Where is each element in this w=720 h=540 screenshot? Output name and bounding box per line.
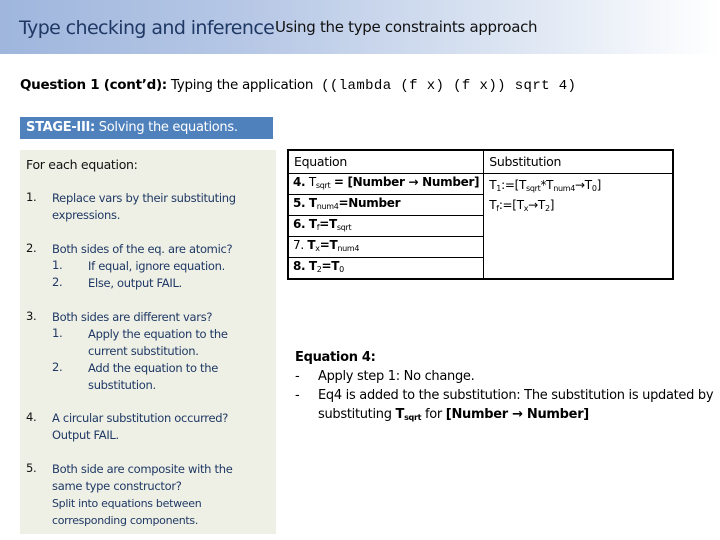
sub-part: sqrt (526, 183, 541, 193)
question-line: Question 1 (cont’d): Typing the applicat… (20, 77, 576, 94)
sub-part: ] (596, 177, 602, 192)
substep-text: Else, output FAIL. (88, 276, 182, 290)
substep: 1. If equal, ignore equation. (26, 258, 266, 275)
step-text: Both sides are different vars? (52, 310, 213, 324)
equation-lhs: T (308, 174, 316, 189)
stage-label: STAGE-III: (26, 120, 95, 135)
slide-subtitle: Using the type constraints approach (275, 18, 538, 36)
equation-cell: 7. Tx=Tnum4 (287, 235, 485, 258)
substitution-line: Tf:=[Tx→T2] (489, 197, 667, 217)
note-text-b: for (421, 407, 446, 422)
slide-header: Type checking and inference Using the ty… (0, 0, 720, 54)
step-3: 3. Both sides are different vars? 1. App… (26, 309, 266, 394)
substep: 1. Apply the equation to the current sub… (26, 326, 266, 360)
equation-lhs: T (308, 195, 317, 210)
note-text: Apply step 1: No change. (318, 369, 475, 384)
sub-value: :=[T (501, 177, 526, 192)
step-extra: Split into equations between correspondi… (52, 497, 202, 527)
equation-lhs: T (308, 258, 317, 273)
note-tail: [Number → Number] (445, 407, 589, 422)
equation-rhs: =T (319, 237, 338, 252)
equation-lhs-sub: sqrt (315, 180, 331, 190)
substep-text: If equal, ignore equation. (88, 259, 225, 273)
equation-note: Equation 4: - Apply step 1: No change. -… (295, 348, 715, 427)
substep-number: 1. (52, 258, 63, 272)
equation-rhs-sub: 0 (339, 264, 344, 274)
table-header-row: Equation Substitution (287, 149, 674, 174)
equation-rhs-sub: sqrt (336, 222, 352, 232)
note-item: - Eq4 is added to the substitution: The … (295, 386, 715, 427)
step-text: Both side are composite with the same ty… (52, 462, 233, 493)
step-2: 2. Both sides of the eq. are atomic? 1. … (26, 241, 266, 292)
substep-number: 1. (52, 326, 63, 340)
equation-cell: 4. Tsqrt = [Number → Number] (287, 172, 485, 195)
substep: 2. Add the equation to the substitution. (26, 360, 266, 394)
sub-part: →T (575, 177, 592, 192)
step-5: 5. Both side are composite with the same… (26, 461, 266, 529)
substep-number: 2. (52, 275, 63, 289)
table-row: 4. Tsqrt = [Number → Number] T1:=[Tsqrt*… (287, 172, 674, 279)
question-text: Typing the application (170, 77, 314, 93)
equation-lhs: T (308, 216, 317, 231)
sub-part: ] (549, 197, 555, 212)
stage-banner: STAGE-III: Solving the equations. (20, 117, 273, 139)
step-extra: Output FAIL. (52, 428, 119, 442)
equation-lhs-sub: num4 (316, 201, 339, 211)
steps-heading: For each equation: (26, 157, 138, 172)
equation-rhs: =T (319, 216, 337, 231)
sub-value: :=[T (498, 197, 524, 212)
note-heading: Equation 4: (295, 350, 376, 365)
note-item: - Apply step 1: No change. (295, 367, 715, 386)
sub-part: →T (528, 197, 545, 212)
step-text: Replace vars by their substituting expre… (52, 191, 236, 222)
note-var-sub: sqrt (404, 413, 422, 422)
step-number: 5. (26, 461, 37, 475)
step-text: Both sides of the eq. are atomic? (52, 242, 233, 256)
substitution-cell: T1:=[Tsqrt*Tnum4→T0] Tf:=[Tx→T2] (483, 172, 674, 279)
equation-table: Equation Substitution 4. Tsqrt = [Number… (287, 149, 674, 280)
header-substitution: Substitution (483, 149, 674, 174)
steps-panel: For each equation: 1. Replace vars by th… (20, 150, 276, 534)
equation-number: 7. (293, 237, 304, 252)
equation-number: 8. (293, 258, 306, 273)
substep-number: 2. (52, 360, 63, 374)
step-1: 1. Replace vars by their substituting ex… (26, 190, 266, 224)
step-4: 4. A circular substitution occurred? Out… (26, 410, 266, 444)
substep-text: Add the equation to the substitution. (88, 361, 219, 392)
step-number: 1. (26, 190, 37, 204)
step-number: 2. (26, 241, 37, 255)
stage-text: Solving the equations. (98, 120, 238, 135)
question-label: Question 1 (cont’d): (20, 77, 167, 93)
bullet-dash: - (295, 369, 300, 384)
substep: 2. Else, output FAIL. (26, 275, 266, 292)
step-number: 3. (26, 309, 37, 323)
equation-cell: 5. Tnum4=Number (287, 193, 485, 216)
substitution-line: T1:=[Tsqrt*Tnum4→T0] (489, 177, 667, 197)
note-var: T (395, 407, 405, 422)
question-code: ((lambda (f x) (f x)) sqrt 4) (321, 78, 577, 94)
step-number: 4. (26, 410, 37, 424)
equation-cell: 6. Tf=Tsqrt (287, 214, 485, 237)
step-text: A circular substitution occurred? (52, 411, 229, 425)
sub-part: *T (540, 177, 554, 192)
bullet-dash: - (295, 388, 300, 403)
equation-rhs: =Number (338, 195, 401, 210)
equation-rhs: =T (321, 258, 340, 273)
equation-number: 6. (293, 216, 306, 231)
equation-rhs-sub: num4 (337, 243, 360, 253)
substep-text: Apply the equation to the current substi… (88, 327, 228, 358)
equation-number: 5. (293, 195, 306, 210)
header-equation: Equation (287, 149, 485, 174)
equation-cell: 8. T2=T0 (287, 256, 485, 279)
equation-number: 4. (293, 174, 306, 189)
equation-rhs: = [Number → Number] (333, 174, 480, 189)
slide-title: Type checking and inference (19, 17, 275, 39)
sub-part: num4 (553, 183, 576, 193)
